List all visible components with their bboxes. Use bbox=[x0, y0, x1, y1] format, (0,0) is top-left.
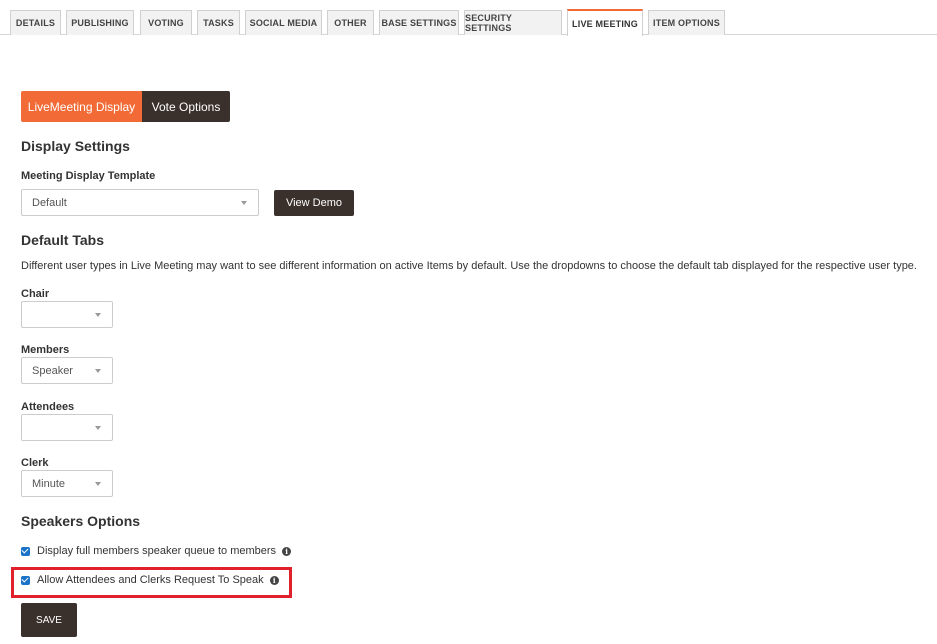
template-label: Meeting Display Template bbox=[21, 170, 156, 182]
tab-security-settings[interactable]: SECURITY SETTINGS bbox=[464, 10, 562, 35]
tab-voting[interactable]: VOTING bbox=[140, 10, 192, 35]
tab-bar: DETAILS PUBLISHING VOTING TASKS SOCIAL M… bbox=[0, 0, 937, 36]
default-tabs-description: Different user types in Live Meeting may… bbox=[21, 260, 917, 272]
tab-tasks[interactable]: TASKS bbox=[197, 10, 240, 35]
clerk-select[interactable]: Minute bbox=[21, 470, 113, 497]
attendees-label: Attendees bbox=[21, 401, 75, 413]
template-select[interactable]: Default bbox=[21, 189, 259, 216]
tab-publishing[interactable]: PUBLISHING bbox=[66, 10, 134, 35]
tab-live-meeting[interactable]: LIVE MEETING bbox=[567, 9, 643, 36]
speaker-queue-option: Display full members speaker queue to me… bbox=[21, 543, 292, 559]
default-tabs-heading: Default Tabs bbox=[21, 232, 104, 248]
tab-base-settings[interactable]: BASE SETTINGS bbox=[379, 10, 459, 35]
tab-social-media[interactable]: SOCIAL MEDIA bbox=[245, 10, 322, 35]
clerk-select-value: Minute bbox=[32, 477, 66, 490]
view-toggle: LiveMeeting Display Vote Options bbox=[21, 91, 230, 122]
speakers-options-heading: Speakers Options bbox=[21, 513, 141, 529]
chair-label: Chair bbox=[21, 288, 50, 300]
chair-select[interactable] bbox=[21, 301, 113, 328]
speaker-queue-label: Display full members speaker queue to me… bbox=[37, 545, 277, 557]
vote-options-button[interactable]: Vote Options bbox=[142, 91, 230, 122]
speaker-queue-checkbox[interactable] bbox=[21, 546, 30, 556]
chevron-down-icon bbox=[241, 200, 247, 205]
view-demo-button[interactable]: View Demo bbox=[274, 190, 354, 216]
chevron-down-icon bbox=[95, 425, 101, 430]
tab-details[interactable]: DETAILS bbox=[10, 10, 61, 35]
tab-item-options[interactable]: ITEM OPTIONS bbox=[648, 10, 725, 35]
chevron-down-icon bbox=[95, 481, 101, 486]
clerk-label: Clerk bbox=[21, 457, 49, 469]
livemeeting-display-button[interactable]: LiveMeeting Display bbox=[21, 91, 142, 122]
chevron-down-icon bbox=[95, 368, 101, 373]
template-select-value: Default bbox=[32, 196, 67, 209]
highlight-box bbox=[11, 567, 292, 598]
tab-other[interactable]: OTHER bbox=[327, 10, 374, 35]
attendees-select[interactable] bbox=[21, 414, 113, 441]
save-button[interactable]: SAVE bbox=[21, 603, 77, 637]
chevron-down-icon bbox=[95, 312, 101, 317]
members-select-value: Speaker bbox=[32, 364, 73, 377]
display-settings-heading: Display Settings bbox=[21, 138, 130, 154]
info-icon[interactable]: i bbox=[282, 546, 292, 556]
members-select[interactable]: Speaker bbox=[21, 357, 113, 384]
members-label: Members bbox=[21, 344, 70, 356]
